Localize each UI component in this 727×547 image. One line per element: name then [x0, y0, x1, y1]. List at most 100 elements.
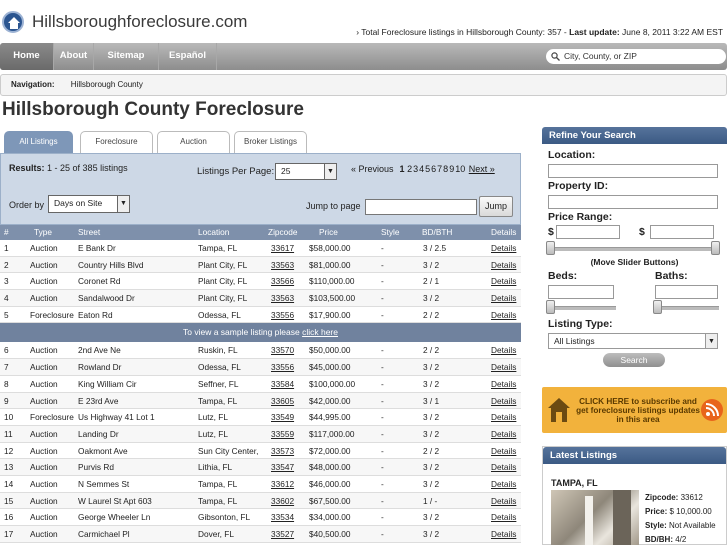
sample-listing-link[interactable]: click here — [302, 327, 338, 337]
nav-about[interactable]: About — [54, 43, 94, 70]
zipcode-link[interactable]: 33527 — [271, 526, 294, 542]
zipcode-link[interactable]: 33556 — [271, 359, 294, 375]
table-row[interactable]: 8 Auction King William Cir Seffner, FL 33584… — [0, 376, 521, 393]
details-link[interactable]: Details — [491, 342, 516, 358]
property-id-input[interactable] — [548, 195, 718, 209]
details-link[interactable]: Details — [491, 240, 516, 256]
beds-slider[interactable] — [550, 306, 616, 310]
table-row[interactable]: 13 Auction Purvis Rd Lithia, FL 33547 $48,000… — [0, 459, 521, 476]
details-link[interactable]: Details — [491, 443, 516, 459]
zipcode-link[interactable]: 33559 — [271, 426, 294, 442]
zipcode-link[interactable]: 33547 — [271, 459, 294, 475]
page-link[interactable]: 7 — [437, 164, 442, 174]
details-link[interactable]: Details — [491, 526, 516, 542]
table-row[interactable]: 12 Auction Oakmont Ave Sun City Center, 3357… — [0, 443, 521, 460]
table-row[interactable]: 16 Auction George Wheeler Ln Gibsonton, FL 3… — [0, 509, 521, 526]
price-min-input[interactable] — [556, 225, 620, 239]
details-link[interactable]: Details — [491, 273, 516, 289]
order-select[interactable]: Days on Site ▼ — [48, 195, 130, 213]
zipcode-link[interactable]: 33584 — [271, 376, 294, 392]
price-slider-max-handle[interactable] — [711, 241, 720, 255]
beds-input[interactable] — [548, 285, 614, 299]
tab-all-listings[interactable]: All Listings — [4, 131, 73, 153]
table-row[interactable]: 15 Auction W Laurel St Apt 603 Tampa, FL 336… — [0, 492, 521, 510]
zipcode-link[interactable]: 33612 — [271, 476, 294, 492]
per-page-select[interactable]: 25 ▼ — [275, 163, 337, 180]
page-link[interactable]: 4 — [419, 164, 424, 174]
zipcode-link[interactable]: 33617 — [271, 240, 294, 256]
table-cell: $50,000.00 — [309, 345, 351, 356]
details-link[interactable]: Details — [491, 376, 516, 392]
table-row[interactable]: 3 Auction Coronet Rd Plant City, FL 33566 $11… — [0, 273, 521, 291]
jump-input[interactable] — [365, 199, 477, 215]
zipcode-link[interactable]: 33534 — [271, 509, 294, 525]
details-link[interactable]: Details — [491, 409, 516, 425]
details-link[interactable]: Details — [491, 426, 516, 442]
baths-slider[interactable] — [655, 306, 719, 310]
page-link[interactable]: 3 — [413, 164, 418, 174]
jump-button[interactable]: Jump — [479, 196, 513, 217]
site-title[interactable]: Hillsboroughforeclosure.com — [32, 12, 247, 32]
details-link[interactable]: Details — [491, 359, 516, 375]
zipcode-link[interactable]: 33573 — [271, 443, 294, 459]
zipcode-link[interactable]: 33563 — [271, 290, 294, 306]
nav-sitemap[interactable]: Sitemap — [94, 43, 159, 70]
search-button[interactable]: Search — [603, 353, 665, 367]
zipcode-link[interactable]: 33566 — [271, 273, 294, 289]
baths-input[interactable] — [655, 285, 718, 299]
page-link[interactable]: 10 — [455, 164, 465, 174]
price-slider[interactable] — [550, 247, 718, 251]
location-input[interactable] — [548, 164, 718, 178]
home-logo-icon[interactable] — [2, 11, 24, 33]
listing-type-label: Listing Type: — [548, 318, 613, 330]
details-link[interactable]: Details — [491, 257, 516, 273]
details-link[interactable]: Details — [491, 393, 516, 409]
page-link[interactable]: 2 — [407, 164, 412, 174]
table-row[interactable]: 1 Auction E Bank Dr Tampa, FL 33617 $58,000.0… — [0, 240, 521, 257]
tab-broker-listings[interactable]: Broker Listings — [234, 131, 307, 153]
listing-photo[interactable] — [551, 490, 639, 545]
table-row[interactable]: 6 Auction 2nd Ave Ne Ruskin, FL 33570 $50,000… — [0, 342, 521, 360]
nav-home[interactable]: Home — [0, 43, 54, 70]
details-link[interactable]: Details — [491, 459, 516, 475]
breadcrumb-link[interactable]: Hillsborough County — [71, 80, 143, 89]
table-cell: - — [381, 259, 384, 270]
details-link[interactable]: Details — [491, 509, 516, 525]
table-row[interactable]: 2 Auction Country Hills Blvd Plant City, FL… — [0, 256, 521, 274]
table-row[interactable]: 14 Auction N Semmes St Tampa, FL 33612 $46,00… — [0, 476, 521, 493]
baths-slider-handle[interactable] — [653, 300, 662, 314]
price-max-input[interactable] — [650, 225, 714, 239]
table-row[interactable]: 4 Auction Sandalwood Dr Plant City, FL 33563… — [0, 290, 521, 307]
page-link[interactable]: 5 — [425, 164, 430, 174]
zipcode-link[interactable]: 33556 — [271, 307, 294, 323]
details-link[interactable]: Details — [491, 476, 516, 492]
latest-city[interactable]: TAMPA, FL — [551, 478, 598, 488]
table-row[interactable]: 7 Auction Rowland Dr Odessa, FL 33556 $45,000… — [0, 359, 521, 376]
table-row[interactable]: 11 Auction Landing Dr Lutz, FL 33559 $117,000… — [0, 425, 521, 443]
table-row[interactable]: 17 Auction Carmichael Pl Dover, FL 33527 $40,… — [0, 526, 521, 543]
zipcode-link[interactable]: 33602 — [271, 493, 294, 509]
table-row[interactable]: 9 Auction E 23rd Ave Tampa, FL 33605 $42,000.… — [0, 392, 521, 410]
prev-page-link[interactable]: « Previous — [351, 164, 394, 174]
zipcode-link[interactable]: 33563 — [271, 257, 294, 273]
tab-foreclosure[interactable]: Foreclosure — [80, 131, 153, 153]
details-link[interactable]: Details — [491, 290, 516, 306]
page-link[interactable]: 8 — [443, 164, 448, 174]
details-link[interactable]: Details — [491, 307, 516, 323]
next-page-link[interactable]: Next » — [469, 164, 495, 174]
tab-auction[interactable]: Auction — [157, 131, 230, 153]
zipcode-link[interactable]: 33605 — [271, 393, 294, 409]
page-link[interactable]: 9 — [449, 164, 454, 174]
subscribe-banner[interactable]: CLICK HERE to subscribe and get foreclos… — [542, 387, 727, 433]
table-row[interactable]: 10 Foreclosure Us Highway 41 Lot 1 Lutz, FL… — [0, 409, 521, 426]
zipcode-link[interactable]: 33549 — [271, 409, 294, 425]
page-link[interactable]: 6 — [431, 164, 436, 174]
beds-slider-handle[interactable] — [546, 300, 555, 314]
details-link[interactable]: Details — [491, 493, 516, 509]
price-slider-min-handle[interactable] — [546, 241, 555, 255]
nav-espanol[interactable]: Español — [159, 43, 217, 70]
listing-type-select[interactable]: All Listings ▼ — [548, 333, 718, 349]
zipcode-link[interactable]: 33570 — [271, 342, 294, 358]
table-row[interactable]: 5 Foreclosure Eaton Rd Odessa, FL 33556 $17,9… — [0, 307, 521, 324]
search-input[interactable]: City, County, or ZIP — [546, 49, 726, 64]
